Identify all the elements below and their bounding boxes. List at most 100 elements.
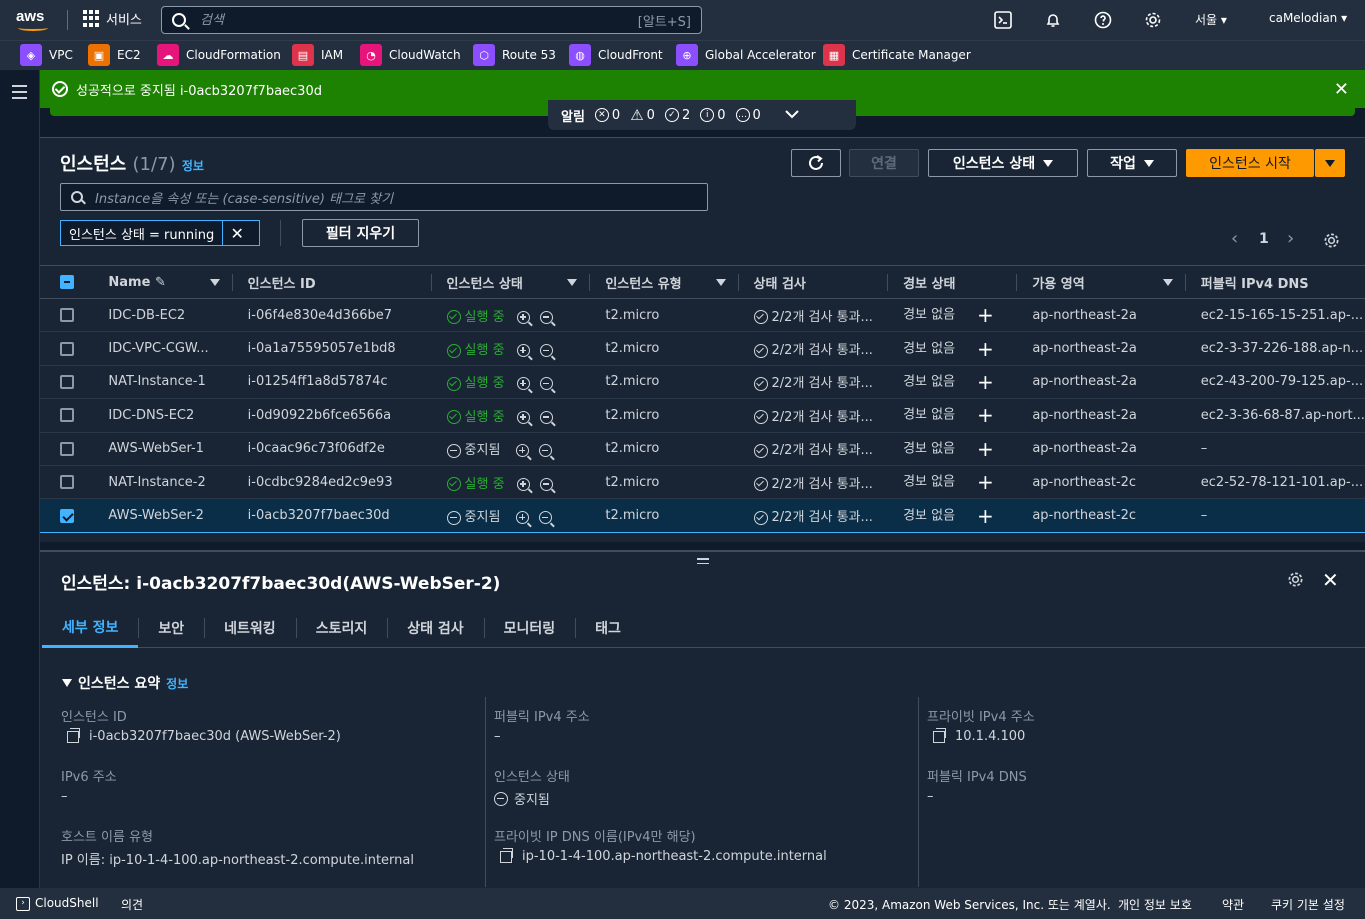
table-row[interactable]: NAT-Instance-2 i-0cdbc9284ed2c9e93 실행 중 t2.… bbox=[40, 465, 1365, 500]
status-check-cell[interactable]: 2/2개 검사 통과... bbox=[737, 365, 888, 400]
actions-dropdown[interactable]: 작업 bbox=[1087, 149, 1177, 177]
instance-id-link[interactable]: i-0caac96c73f06df2e bbox=[231, 432, 431, 466]
close-icon[interactable]: ✕ bbox=[1334, 79, 1349, 100]
zoom-out-icon[interactable] bbox=[539, 410, 553, 424]
instance-id-link[interactable]: i-0d90922b6fce6566a bbox=[231, 398, 431, 433]
menu-hamburger-icon[interactable] bbox=[12, 85, 27, 103]
row-checkbox-cell[interactable] bbox=[40, 365, 93, 400]
region-selector[interactable]: 서울 ▾ bbox=[1195, 11, 1227, 28]
table-row[interactable]: NAT-Instance-1 i-01254ff1a8d57874c 실행 중 t2.… bbox=[40, 365, 1365, 400]
add-alarm-icon[interactable]: + bbox=[977, 437, 994, 461]
tab-tags[interactable]: 태그 bbox=[575, 608, 641, 648]
cookie-preferences-link[interactable]: 쿠키 기본 설정 bbox=[1271, 896, 1345, 913]
status-check-cell[interactable]: 2/2개 검사 통과... bbox=[737, 331, 888, 366]
zoom-in-icon[interactable] bbox=[516, 477, 530, 491]
zoom-out-icon[interactable] bbox=[539, 310, 553, 324]
zoom-in-icon[interactable] bbox=[516, 344, 530, 358]
row-checkbox[interactable] bbox=[60, 408, 74, 423]
copy-icon[interactable] bbox=[500, 847, 513, 863]
add-alarm-icon[interactable]: + bbox=[977, 504, 994, 528]
launch-instances-button[interactable]: 인스턴스 시작 bbox=[1186, 149, 1314, 177]
previous-page-icon[interactable]: ‹ bbox=[1231, 228, 1238, 249]
favorite-cloudwatch[interactable]: ◔ CloudWatch bbox=[360, 44, 461, 66]
instance-summary-header[interactable]: 인스턴스 요약 정보 bbox=[62, 673, 188, 693]
info-link[interactable]: 정보 bbox=[166, 675, 188, 692]
status-check-cell[interactable]: 2/2개 검사 통과... bbox=[737, 432, 888, 466]
zoom-in-icon[interactable] bbox=[516, 511, 530, 525]
sort-caret-icon[interactable] bbox=[209, 279, 220, 286]
close-icon[interactable]: ✕ bbox=[1322, 568, 1339, 592]
table-preferences-icon[interactable] bbox=[1323, 232, 1340, 253]
table-row[interactable]: IDC-DNS-EC2 i-0d90922b6fce6566a 실행 중 t2.mic… bbox=[40, 398, 1365, 433]
zoom-out-icon[interactable] bbox=[539, 477, 553, 491]
tab-security[interactable]: 보안 bbox=[138, 608, 204, 648]
row-checkbox[interactable] bbox=[60, 441, 74, 456]
zoom-in-icon[interactable] bbox=[516, 444, 530, 458]
add-alarm-icon[interactable]: + bbox=[977, 337, 994, 361]
copy-icon[interactable] bbox=[933, 727, 946, 743]
favorite-vpc[interactable]: ◈ VPC bbox=[20, 44, 73, 66]
favorite-route53[interactable]: ⬡ Route 53 bbox=[473, 44, 556, 66]
refresh-button[interactable] bbox=[791, 149, 841, 177]
row-checkbox-cell[interactable] bbox=[40, 465, 93, 500]
row-checkbox[interactable] bbox=[60, 308, 74, 323]
current-page[interactable]: 1 bbox=[1259, 231, 1269, 247]
filter-token[interactable]: 인스턴스 상태 = running ✕ bbox=[60, 220, 260, 246]
tab-details[interactable]: 세부 정보 bbox=[42, 608, 139, 648]
table-row[interactable]: IDC-DB-EC2 i-06f4e830e4d366be7 실행 중 t2.micr… bbox=[40, 298, 1365, 333]
favorite-iam[interactable]: ▤ IAM bbox=[292, 44, 343, 66]
tab-networking[interactable]: 네트워킹 bbox=[204, 608, 296, 648]
settings-gear-icon[interactable] bbox=[1143, 10, 1163, 30]
favorite-global-accelerator[interactable]: ⊕ Global Accelerator bbox=[676, 44, 816, 66]
instance-id-link[interactable]: i-0a1a75595057e1bd8 bbox=[231, 331, 431, 366]
table-row[interactable]: AWS-WebSer-2 i-0acb3207f7baec30d 중지됨 t2.mic… bbox=[40, 498, 1365, 533]
feedback-link[interactable]: 의견 bbox=[121, 896, 143, 913]
column-header-name[interactable]: Name ✎ bbox=[92, 265, 232, 299]
clear-filters-button[interactable]: 필터 지우기 bbox=[302, 219, 419, 247]
add-alarm-icon[interactable]: + bbox=[977, 303, 994, 327]
favorite-ec2[interactable]: ▣ EC2 bbox=[88, 44, 141, 66]
add-alarm-icon[interactable]: + bbox=[977, 370, 994, 394]
zoom-in-icon[interactable] bbox=[516, 310, 530, 324]
row-checkbox-cell[interactable] bbox=[40, 398, 93, 433]
details-preferences-icon[interactable] bbox=[1287, 571, 1304, 592]
bell-icon[interactable] bbox=[1043, 10, 1063, 30]
notifications-bar[interactable]: 알림 ✕ 0 ⚠ 0 ✓ 2 i0 … 0 bbox=[548, 100, 856, 130]
row-checkbox[interactable] bbox=[60, 341, 74, 356]
row-checkbox[interactable] bbox=[60, 475, 74, 490]
sort-caret-icon[interactable] bbox=[1162, 279, 1173, 286]
cloudshell-button[interactable]: › CloudShell bbox=[16, 896, 99, 911]
info-link[interactable]: 정보 bbox=[182, 159, 204, 173]
add-alarm-icon[interactable]: + bbox=[977, 470, 994, 494]
edit-pencil-icon[interactable]: ✎ bbox=[155, 275, 166, 290]
tab-status-checks[interactable]: 상태 검사 bbox=[387, 608, 483, 648]
account-menu[interactable]: caMelodian ▾ bbox=[1269, 11, 1347, 25]
zoom-out-icon[interactable] bbox=[539, 344, 553, 358]
favorite-cloudformation[interactable]: ☁ CloudFormation bbox=[157, 44, 281, 66]
row-checkbox-cell[interactable] bbox=[40, 331, 93, 366]
resize-handle-icon[interactable] bbox=[697, 558, 709, 567]
help-icon[interactable] bbox=[1093, 10, 1113, 30]
select-all-cell[interactable] bbox=[40, 265, 93, 299]
launch-options-dropdown[interactable] bbox=[1315, 149, 1345, 177]
zoom-in-icon[interactable] bbox=[516, 410, 530, 424]
row-checkbox[interactable] bbox=[60, 374, 74, 389]
sort-caret-icon[interactable] bbox=[715, 279, 726, 286]
status-check-cell[interactable]: 2/2개 검사 통과... bbox=[737, 498, 888, 533]
zoom-out-icon[interactable] bbox=[539, 377, 553, 391]
column-header-instance-type[interactable]: 인스턴스 유형 bbox=[589, 265, 738, 299]
row-checkbox-cell[interactable] bbox=[40, 498, 93, 533]
terms-link[interactable]: 약관 bbox=[1222, 896, 1244, 913]
favorite-cloudfront[interactable]: ◍ CloudFront bbox=[569, 44, 663, 66]
select-all-checkbox[interactable] bbox=[60, 275, 74, 289]
instance-id-link[interactable]: i-0acb3207f7baec30d bbox=[231, 498, 431, 533]
column-header-instance-id[interactable]: 인스턴스 ID bbox=[231, 265, 431, 299]
aws-logo[interactable]: aws bbox=[16, 8, 52, 32]
sort-caret-icon[interactable] bbox=[567, 279, 578, 286]
global-search-input[interactable] bbox=[200, 12, 638, 28]
status-check-cell[interactable]: 2/2개 검사 통과... bbox=[737, 465, 888, 500]
next-page-icon[interactable]: › bbox=[1287, 228, 1294, 249]
instance-id-link[interactable]: i-01254ff1a8d57874c bbox=[231, 365, 431, 400]
privacy-link[interactable]: 개인 정보 보호 bbox=[1118, 896, 1192, 913]
cloudshell-icon[interactable] bbox=[993, 10, 1013, 30]
